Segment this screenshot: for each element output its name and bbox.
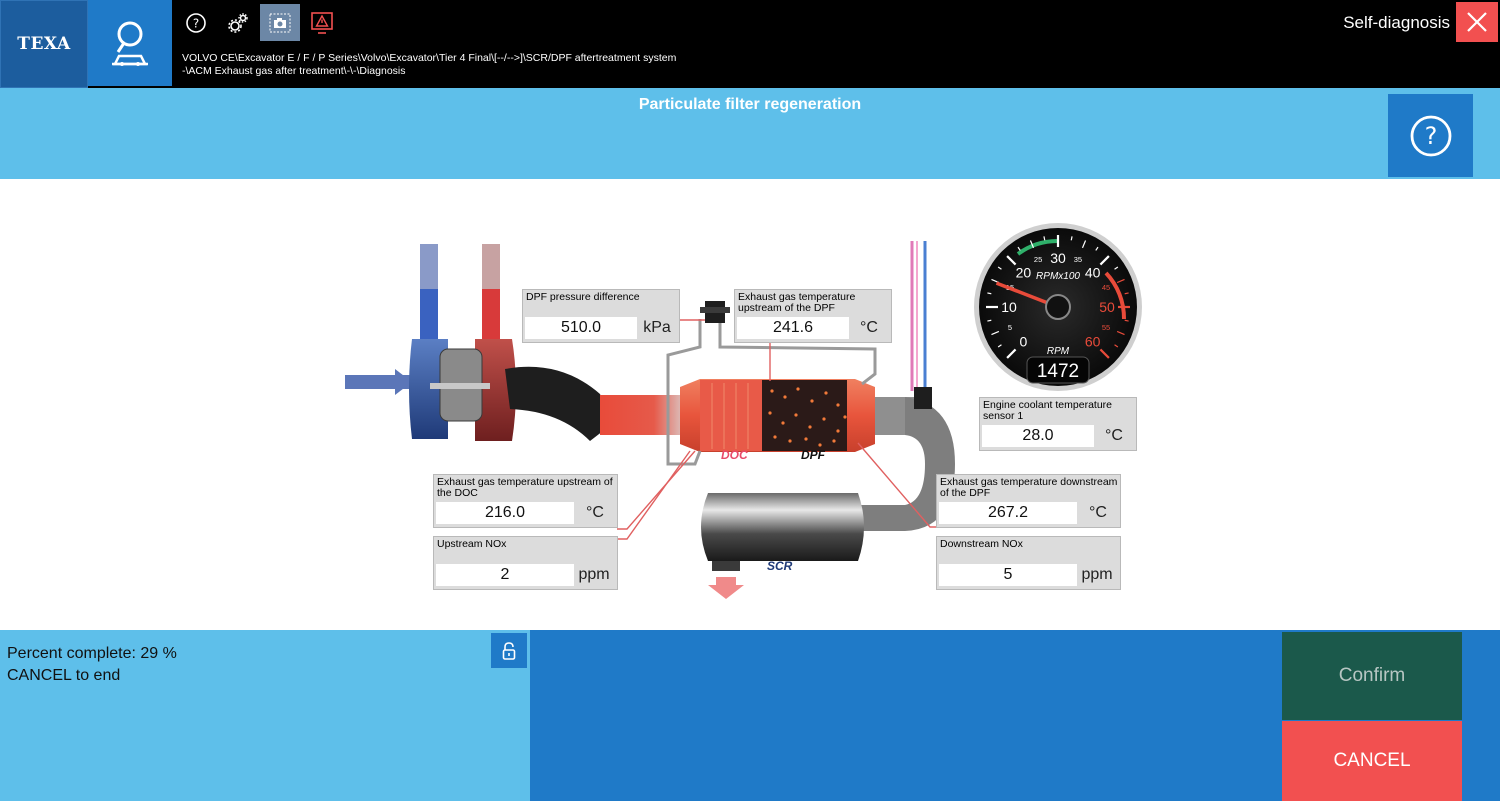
readout-unit: ppm <box>1081 566 1113 583</box>
lock-icon <box>502 641 516 660</box>
gauge-major-label: 30 <box>1050 250 1066 266</box>
rpm-value-display: 1472 <box>1037 361 1079 382</box>
dpf-label: DPF <box>801 448 825 462</box>
exhaust-diagram-graphic: 010203040506051525354555 RPMx100 RPM 147… <box>345 223 1142 599</box>
diagnosis-search-car-icon <box>112 21 148 66</box>
readout-value: 267.2 <box>939 502 1077 524</box>
readout-coolant-temp: Engine coolant temperature sensor 1 28.0… <box>979 397 1137 451</box>
doc-label: DOC <box>721 448 748 462</box>
readout-label: Downstream NOx <box>940 538 1023 550</box>
help-tool-button[interactable]: ? <box>176 4 216 41</box>
breadcrumb: VOLVO CE\Excavator E / F / P Series\Volv… <box>182 52 802 78</box>
breadcrumb-line-1: VOLVO CE\Excavator E / F / P Series\Volv… <box>182 52 677 64</box>
readout-label: DPF pressure difference <box>526 291 640 303</box>
gauge-major-label: 10 <box>1001 299 1017 315</box>
gauge-major-label: 40 <box>1085 264 1101 280</box>
readout-value: 28.0 <box>982 425 1094 447</box>
readout-label: Exhaust gas temperature upstream of the … <box>437 476 613 499</box>
gauge-tick <box>987 292 992 295</box>
readout-value: 510.0 <box>525 317 637 339</box>
breadcrumb-line-2: -\ACM Exhaust gas after treatment\-\-\Di… <box>182 65 406 77</box>
exhaust-system-diagram: 010203040506051525354555 RPMx100 RPM 147… <box>0 179 1500 630</box>
help-circle-icon: ? <box>186 12 206 33</box>
help-circle-icon: ? <box>1410 115 1451 156</box>
close-icon <box>1467 12 1487 32</box>
readout-dpf-pressure: DPF pressure difference 510.0 kPa <box>522 289 680 343</box>
readout-downstream-nox: Downstream NOx 5 ppm <box>936 536 1121 590</box>
gauge-minor-label: 35 <box>1074 255 1082 264</box>
gauge-minor-label: 45 <box>1102 283 1110 292</box>
turbo-outlet-hose <box>505 366 612 441</box>
readout-unit: °C <box>860 319 878 336</box>
svg-text:?: ? <box>1424 122 1437 150</box>
readout-egt-downstream-dpf: Exhaust gas temperature downstream of th… <box>936 474 1121 528</box>
top-bar: TEXA ? VOLVO CE\Excavator E / F / P Seri… <box>0 0 1500 88</box>
readout-egt-upstream-dpf: Exhaust gas temperature upstream of the … <box>734 289 892 343</box>
confirm-button[interactable]: Confirm <box>1282 632 1462 720</box>
readout-unit: ppm <box>578 566 610 583</box>
readout-upstream-nox: Upstream NOx 2 ppm <box>433 536 618 590</box>
gauge-hub <box>1045 294 1071 320</box>
logo-text: TEXA <box>17 34 71 54</box>
diagnosis-button[interactable] <box>88 0 172 86</box>
readout-unit: kPa <box>643 319 671 336</box>
gauge-minor-label: 5 <box>1008 323 1012 332</box>
gauge-tick <box>1070 236 1073 241</box>
readout-value: 5 <box>939 564 1077 586</box>
gauge-minor-label: 55 <box>1102 323 1110 332</box>
exhaust-pipe-hot <box>600 395 690 435</box>
gauge-tick <box>987 319 992 322</box>
gauge-unit-label: RPMx100 <box>1036 271 1080 282</box>
readout-egt-upstream-doc: Exhaust gas temperature upstream of the … <box>433 474 618 528</box>
readout-label: Upstream NOx <box>437 538 507 550</box>
percent-complete-text: Percent complete: 29 % <box>7 645 177 662</box>
screenshot-tool-button[interactable] <box>260 4 300 41</box>
readout-unit: °C <box>1089 504 1107 521</box>
app-title: Self-diagnosis <box>1343 13 1450 32</box>
svg-text:?: ? <box>193 16 199 30</box>
texa-logo: TEXA <box>0 0 88 88</box>
lock-button[interactable] <box>491 633 527 668</box>
exhaust-outlet-arrow <box>708 577 744 599</box>
warning-report-icon <box>311 11 333 34</box>
cancel-button[interactable]: CANCEL <box>1282 721 1462 801</box>
status-panel: Percent complete: 29 % CANCEL to end <box>0 630 530 801</box>
gauge-major-label: 60 <box>1085 334 1101 350</box>
report-tool-button[interactable] <box>302 4 342 41</box>
scr-label: SCR <box>767 559 793 573</box>
readout-value: 241.6 <box>737 317 849 339</box>
screenshot-icon <box>269 13 291 32</box>
gauge-major-label: 50 <box>1099 299 1115 315</box>
help-button[interactable]: ? <box>1388 94 1473 177</box>
gauge-major-label: 20 <box>1016 264 1032 280</box>
gauge-tick <box>1043 236 1046 241</box>
settings-tool-button[interactable] <box>218 4 258 41</box>
gauge-rpm-label: RPM <box>1047 346 1070 357</box>
readout-unit: °C <box>586 504 604 521</box>
coolant-sensor <box>914 387 932 409</box>
page-title: Particulate filter regeneration <box>638 96 862 113</box>
readout-label: Exhaust gas temperature upstream of the … <box>738 291 856 314</box>
scr-canister <box>701 493 864 561</box>
gauge-minor-label: 25 <box>1034 255 1042 264</box>
readout-unit: °C <box>1105 427 1123 444</box>
gauge-tick <box>1124 292 1129 295</box>
rpm-gauge: 010203040506051525354555 RPMx100 RPM 147… <box>974 223 1142 391</box>
close-button[interactable] <box>1456 2 1498 42</box>
gears-icon <box>228 12 248 33</box>
readout-value: 2 <box>436 564 574 586</box>
cancel-hint-text: CANCEL to end <box>7 667 121 684</box>
readout-label: Engine coolant temperature sensor 1 <box>983 399 1112 422</box>
gauge-tick <box>1124 319 1129 322</box>
readout-label: Exhaust gas temperature downstream of th… <box>940 476 1118 499</box>
readout-value: 216.0 <box>436 502 574 524</box>
status-text: Percent complete: 29 % CANCEL to end <box>7 643 177 687</box>
gauge-major-label: 0 <box>1019 334 1027 350</box>
page-header: Particulate filter regeneration ? <box>0 88 1500 179</box>
